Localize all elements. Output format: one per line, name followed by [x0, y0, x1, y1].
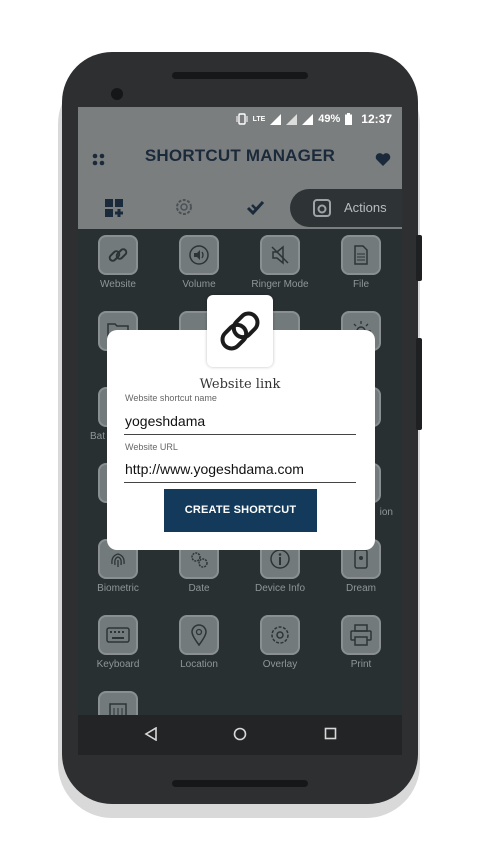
tile-label: Biometric: [97, 583, 139, 594]
dream-icon: [354, 549, 368, 569]
app-title: SHORTCUT MANAGER: [144, 146, 336, 165]
fingerprint-icon: [111, 553, 125, 567]
url-field-underline: [124, 482, 356, 483]
tile-label: Location: [180, 659, 218, 670]
info-icon: [270, 549, 290, 569]
volume-icon: [189, 245, 209, 265]
tile-label: Dream: [345, 583, 376, 594]
name-field-underline: [124, 434, 356, 435]
tile-volume[interactable]: Volume: [159, 235, 239, 290]
tile-label: Overlay: [262, 659, 298, 670]
url-field-label: Website URL: [125, 442, 178, 452]
mute-icon: [271, 245, 289, 265]
tile-label: File: [352, 279, 370, 290]
dialog-title: Website link: [199, 377, 281, 392]
tile-keyboard[interactable]: Keyboard: [78, 615, 158, 670]
location-pin-icon: [191, 624, 207, 647]
bottom-speaker: [172, 780, 308, 787]
front-camera: [111, 88, 123, 100]
top-speaker: [172, 72, 308, 79]
name-field[interactable]: yogeshdama: [125, 413, 205, 429]
create-shortcut-button[interactable]: CREATE SHORTCUT: [164, 489, 317, 532]
url-field[interactable]: http://www.yogeshdama.com: [125, 461, 304, 477]
chain-link-icon: [220, 311, 260, 351]
tab-actions-label: Actions: [344, 200, 387, 215]
network-type: LTE: [252, 115, 266, 123]
power-button: [416, 338, 422, 430]
navigation-bar: [78, 715, 402, 755]
back-triangle-icon[interactable]: [144, 727, 158, 741]
tile-label: Ringer Mode: [251, 279, 309, 290]
print-icon: [350, 624, 372, 646]
tile-label: Website: [100, 279, 136, 290]
tile-ringer-mode[interactable]: Ringer Mode: [240, 235, 320, 290]
tile-label: Print: [350, 659, 372, 670]
status-bar: LTE 49% 12:37: [78, 107, 402, 131]
home-circle-icon[interactable]: [233, 727, 247, 741]
date-gear-icon: [191, 552, 208, 568]
tile-overlay[interactable]: Overlay: [240, 615, 320, 670]
keyboard-icon: [106, 627, 130, 643]
done-all-icon[interactable]: [246, 198, 266, 218]
tile-label: Date: [188, 583, 210, 594]
recents-square-icon[interactable]: [324, 727, 337, 740]
tile-label: Device Info: [254, 583, 306, 594]
tile-website[interactable]: Website: [78, 235, 158, 290]
actions-icon: [313, 199, 331, 217]
heart-icon[interactable]: [375, 152, 391, 167]
link-icon: [108, 248, 128, 262]
gear-icon[interactable]: [173, 196, 195, 218]
file-icon: [354, 245, 368, 265]
tile-file[interactable]: File: [321, 235, 401, 290]
signal-2-icon: [302, 113, 314, 125]
tile-print[interactable]: Print: [321, 615, 401, 670]
dashboard-add-icon[interactable]: [104, 198, 124, 218]
wifi-icon: [286, 113, 298, 125]
clock: 12:37: [361, 112, 392, 126]
name-field-label: Website shortcut name: [125, 393, 217, 403]
signal-icon: [270, 113, 282, 125]
tile-label: Volume: [182, 279, 216, 290]
tile-location[interactable]: Location: [159, 615, 239, 670]
battery-percent: 49%: [318, 113, 341, 125]
tab-actions[interactable]: Actions: [290, 189, 402, 227]
battery-icon: [345, 113, 353, 125]
dialog-icon-card: [207, 295, 273, 367]
app-toolbar: SHORTCUT MANAGER: [78, 131, 402, 187]
vibrate-icon: [236, 113, 248, 125]
tile-label: Keyboard: [96, 659, 140, 670]
overlay-icon: [271, 626, 289, 644]
volume-button: [416, 235, 422, 281]
tab-bar: Actions: [78, 187, 402, 229]
